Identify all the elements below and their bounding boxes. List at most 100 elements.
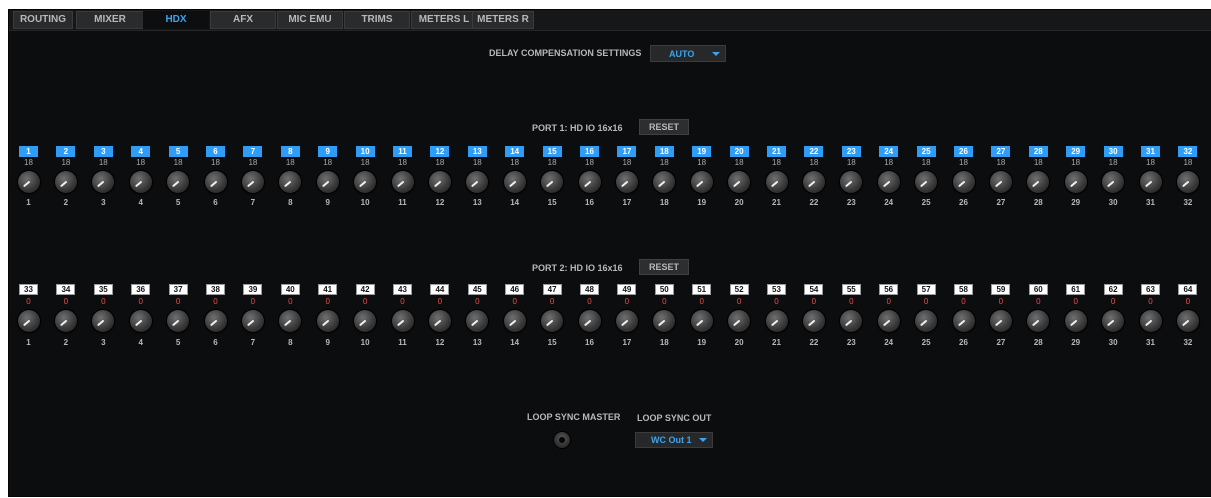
port2-delay-knob[interactable] bbox=[241, 310, 264, 332]
port1-delay-knob[interactable] bbox=[92, 171, 115, 193]
tab-mic-emu[interactable]: MIC EMU bbox=[277, 11, 343, 29]
port2-delay-knob[interactable] bbox=[466, 310, 489, 332]
port2-channel-41[interactable]: 41 bbox=[318, 284, 338, 295]
port1-delay-knob[interactable] bbox=[316, 171, 339, 193]
port1-delay-knob[interactable] bbox=[1176, 171, 1199, 193]
port1-channel-27[interactable]: 27 bbox=[991, 146, 1011, 157]
port2-channel-50[interactable]: 50 bbox=[654, 284, 674, 295]
port2-delay-knob[interactable] bbox=[915, 310, 938, 332]
port1-delay-knob[interactable] bbox=[466, 171, 489, 193]
port1-channel-12[interactable]: 12 bbox=[430, 146, 450, 157]
tab-meters-l[interactable]: METERS L bbox=[411, 11, 477, 29]
port2-channel-44[interactable]: 44 bbox=[430, 284, 450, 295]
port2-channel-53[interactable]: 53 bbox=[767, 284, 786, 295]
port1-delay-knob[interactable] bbox=[1139, 171, 1162, 193]
port1-channel-19[interactable]: 19 bbox=[692, 146, 712, 157]
port2-delay-knob[interactable] bbox=[728, 310, 751, 332]
port1-delay-knob[interactable] bbox=[391, 171, 414, 193]
port2-delay-knob[interactable] bbox=[653, 310, 676, 332]
port1-channel-22[interactable]: 22 bbox=[804, 146, 824, 157]
port2-delay-knob[interactable] bbox=[17, 310, 40, 332]
delay-compensation-dropdown[interactable]: AUTO bbox=[650, 45, 726, 62]
port1-delay-knob[interactable] bbox=[167, 171, 190, 193]
port1-delay-knob[interactable] bbox=[129, 171, 152, 193]
port1-channel-25[interactable]: 25 bbox=[916, 146, 936, 157]
port2-delay-knob[interactable] bbox=[541, 310, 564, 332]
port1-delay-knob[interactable] bbox=[952, 171, 975, 193]
port1-delay-knob[interactable] bbox=[17, 171, 40, 193]
port2-channel-56[interactable]: 56 bbox=[879, 284, 899, 295]
port1-delay-knob[interactable] bbox=[690, 171, 713, 193]
port1-channel-21[interactable]: 21 bbox=[767, 146, 786, 157]
port2-channel-51[interactable]: 51 bbox=[692, 284, 712, 295]
tab-afx[interactable]: AFX bbox=[210, 11, 276, 29]
port1-channel-1[interactable]: 1 bbox=[19, 146, 38, 157]
tab-routing[interactable]: ROUTING bbox=[13, 11, 73, 29]
port2-delay-knob[interactable] bbox=[1064, 310, 1087, 332]
port2-channel-37[interactable]: 37 bbox=[168, 284, 188, 295]
port1-channel-24[interactable]: 24 bbox=[879, 146, 899, 157]
port1-delay-knob[interactable] bbox=[653, 171, 676, 193]
port1-channel-16[interactable]: 16 bbox=[580, 146, 599, 157]
port2-delay-knob[interactable] bbox=[877, 310, 900, 332]
loop-sync-out-dropdown[interactable]: WC Out 1 bbox=[635, 432, 713, 448]
port1-channel-18[interactable]: 18 bbox=[654, 146, 674, 157]
port2-delay-knob[interactable] bbox=[129, 310, 152, 332]
port2-channel-63[interactable]: 63 bbox=[1141, 284, 1160, 295]
port2-channel-45[interactable]: 45 bbox=[467, 284, 487, 295]
port1-delay-knob[interactable] bbox=[615, 171, 638, 193]
port1-channel-3[interactable]: 3 bbox=[93, 146, 113, 157]
port1-delay-knob[interactable] bbox=[204, 171, 227, 193]
port2-delay-knob[interactable] bbox=[279, 310, 302, 332]
port2-channel-36[interactable]: 36 bbox=[131, 284, 151, 295]
port2-delay-knob[interactable] bbox=[840, 310, 863, 332]
port2-channel-39[interactable]: 39 bbox=[243, 284, 263, 295]
port2-delay-knob[interactable] bbox=[354, 310, 377, 332]
port1-delay-knob[interactable] bbox=[802, 171, 825, 193]
port2-delay-knob[interactable] bbox=[578, 310, 601, 332]
port1-channel-14[interactable]: 14 bbox=[505, 146, 525, 157]
port2-delay-knob[interactable] bbox=[1102, 310, 1125, 332]
port2-delay-knob[interactable] bbox=[989, 310, 1012, 332]
port1-delay-knob[interactable] bbox=[428, 171, 451, 193]
port2-channel-52[interactable]: 52 bbox=[729, 284, 749, 295]
port1-channel-2[interactable]: 2 bbox=[56, 146, 76, 157]
port1-channel-23[interactable]: 23 bbox=[841, 146, 861, 157]
port1-delay-knob[interactable] bbox=[279, 171, 302, 193]
port1-delay-knob[interactable] bbox=[354, 171, 377, 193]
port1-channel-20[interactable]: 20 bbox=[729, 146, 749, 157]
port1-channel-6[interactable]: 6 bbox=[206, 146, 225, 157]
port1-reset-button[interactable]: RESET bbox=[639, 119, 689, 135]
port2-channel-61[interactable]: 61 bbox=[1066, 284, 1086, 295]
tab-trims[interactable]: TRIMS bbox=[344, 11, 410, 29]
port2-channel-47[interactable]: 47 bbox=[542, 284, 562, 295]
port1-channel-17[interactable]: 17 bbox=[617, 146, 637, 157]
port1-channel-26[interactable]: 26 bbox=[954, 146, 973, 157]
port2-channel-48[interactable]: 48 bbox=[580, 284, 599, 295]
port1-channel-30[interactable]: 30 bbox=[1103, 146, 1123, 157]
port1-channel-10[interactable]: 10 bbox=[355, 146, 375, 157]
port1-delay-knob[interactable] bbox=[1102, 171, 1125, 193]
port2-delay-knob[interactable] bbox=[1176, 310, 1199, 332]
port1-delay-knob[interactable] bbox=[989, 171, 1012, 193]
port1-delay-knob[interactable] bbox=[578, 171, 601, 193]
port1-delay-knob[interactable] bbox=[54, 171, 77, 193]
port2-reset-button[interactable]: RESET bbox=[639, 259, 689, 275]
port2-delay-knob[interactable] bbox=[503, 310, 526, 332]
port2-delay-knob[interactable] bbox=[54, 310, 77, 332]
port1-channel-9[interactable]: 9 bbox=[318, 146, 338, 157]
port2-channel-35[interactable]: 35 bbox=[93, 284, 113, 295]
port1-delay-knob[interactable] bbox=[840, 171, 863, 193]
port1-delay-knob[interactable] bbox=[728, 171, 751, 193]
port2-delay-knob[interactable] bbox=[690, 310, 713, 332]
port1-channel-13[interactable]: 13 bbox=[467, 146, 487, 157]
port2-channel-40[interactable]: 40 bbox=[280, 284, 300, 295]
port2-delay-knob[interactable] bbox=[204, 310, 227, 332]
port1-delay-knob[interactable] bbox=[1064, 171, 1087, 193]
port1-channel-31[interactable]: 31 bbox=[1141, 146, 1160, 157]
port2-delay-knob[interactable] bbox=[167, 310, 190, 332]
port2-channel-34[interactable]: 34 bbox=[56, 284, 76, 295]
port1-delay-knob[interactable] bbox=[877, 171, 900, 193]
port2-channel-62[interactable]: 62 bbox=[1103, 284, 1123, 295]
port1-channel-28[interactable]: 28 bbox=[1028, 146, 1048, 157]
